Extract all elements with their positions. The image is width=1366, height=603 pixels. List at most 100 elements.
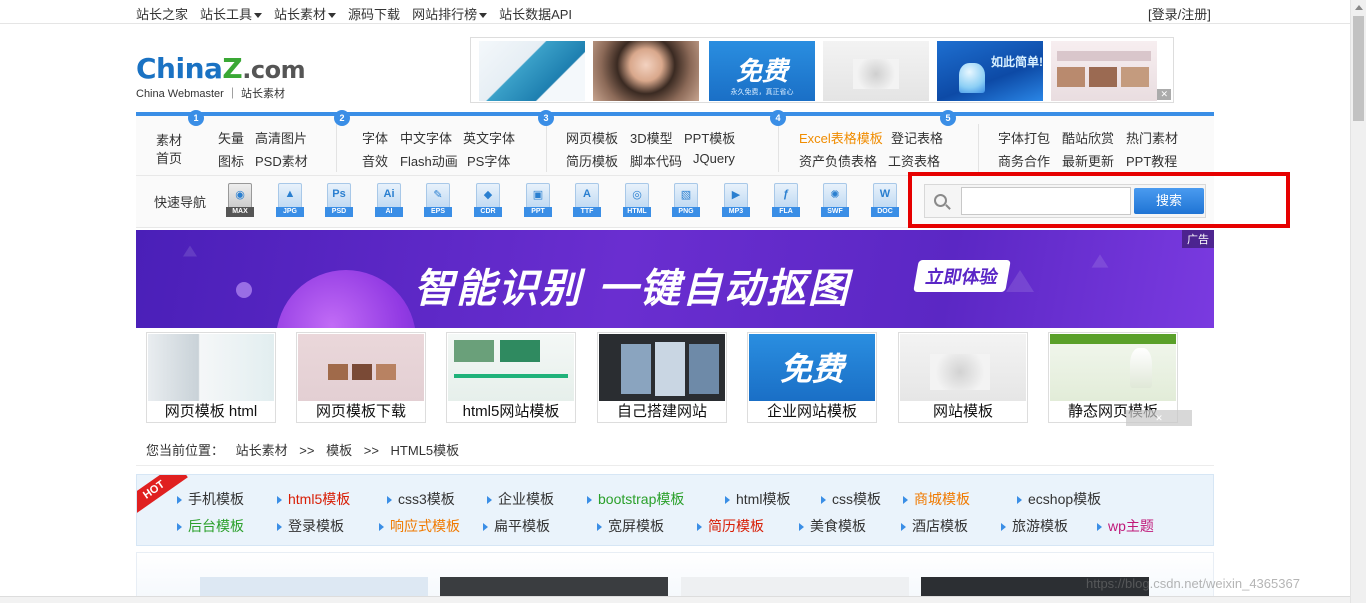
catmenu-link[interactable]: 网页模板 [566, 128, 618, 147]
top-nav-item-tools[interactable]: 站长工具 [200, 4, 263, 23]
catmenu-link[interactable]: 字体打包 [998, 128, 1050, 147]
tag-link[interactable]: 后台模板 [177, 516, 244, 536]
login-register-link[interactable]: [登录/注册] [1148, 4, 1211, 23]
file-type-png-icon[interactable]: ▧ PNG [672, 183, 700, 217]
tag-link[interactable]: 简历模板 [697, 516, 764, 536]
catmenu-link-excel[interactable]: Excel表格模板 [799, 128, 883, 147]
catmenu-link[interactable]: 最新更新 [1062, 151, 1114, 170]
catmenu-link[interactable]: 酷站欣赏 [1062, 128, 1114, 147]
catmenu-home-link[interactable]: 素材 [156, 130, 182, 149]
file-type-jpg-icon[interactable]: ▲ JPG [276, 183, 304, 217]
catmenu-link[interactable]: 图标 [218, 151, 244, 170]
divider [336, 124, 337, 172]
site-logo[interactable]: ChinaZ.com China Webmaster ｜ 站长素材 [136, 54, 306, 101]
template-caption: 网页模板下载 [315, 403, 406, 420]
tag-link[interactable]: html模板 [725, 489, 790, 509]
catmenu-link[interactable]: PS字体 [467, 151, 510, 170]
ad-thumb[interactable] [479, 41, 585, 101]
template-image [448, 334, 574, 401]
top-nav-item-home[interactable]: 站长之家 [136, 4, 188, 23]
banner-cta-button[interactable]: 立即体验 [913, 260, 1011, 292]
breadcrumb-link[interactable]: 模板 [326, 443, 352, 458]
tag-link[interactable]: 手机模板 [177, 489, 244, 509]
template-card[interactable]: 网页模板 html [146, 332, 276, 423]
template-card[interactable]: 免费 企业网站模板 [747, 332, 877, 423]
template-card[interactable]: html5网站模板 [446, 332, 576, 423]
catmenu-link[interactable]: 资产负债表格 [799, 151, 877, 170]
template-card[interactable]: 网页模板下载 [296, 332, 426, 423]
scroll-up-arrow-icon[interactable] [1355, 5, 1363, 10]
tag-link[interactable]: css模板 [821, 489, 881, 509]
tag-link[interactable]: 扁平模板 [483, 516, 550, 536]
tag-link[interactable]: 响应式模板 [379, 516, 460, 536]
catmenu-link[interactable]: 音效 [362, 151, 388, 170]
scrollbar-thumb[interactable] [1353, 16, 1364, 121]
watermark-text: https://blog.csdn.net/weixin_4365367 [1086, 576, 1300, 591]
file-type-ai-icon[interactable]: Ai AI [375, 183, 403, 217]
file-type-doc-icon[interactable]: W DOC [871, 183, 899, 217]
ad-thumb[interactable] [823, 41, 929, 101]
ad-close-button[interactable]: ✕ [1126, 410, 1192, 426]
vertical-scrollbar[interactable] [1350, 0, 1366, 603]
template-card[interactable]: 自己搭建网站 [597, 332, 727, 423]
file-type-fla-icon[interactable]: ƒ FLA [772, 183, 800, 217]
catmenu-link[interactable]: 高清图片 [255, 128, 307, 147]
tag-link[interactable]: 登录模板 [277, 516, 344, 536]
catmenu-link[interactable]: 英文字体 [463, 128, 515, 147]
top-nav-item-rank[interactable]: 网站排行榜 [412, 4, 488, 23]
group-number-badge: 3 [538, 110, 554, 126]
tag-link[interactable]: html5模板 [277, 489, 350, 509]
top-nav-item-source[interactable]: 源码下载 [348, 4, 400, 23]
template-tag-panel: HOT 手机模板 html5模板 css3模板 企业模板 bootstrap模板 html… [136, 474, 1214, 546]
catmenu-link[interactable]: JQuery [693, 151, 735, 166]
file-type-swf-icon[interactable]: ✺ SWF [821, 183, 849, 217]
tag-link[interactable]: 宽屏模板 [597, 516, 664, 536]
catmenu-link[interactable]: PSD素材 [255, 151, 308, 170]
template-card[interactable]: 网站模板 [898, 332, 1028, 423]
catmenu-home-link[interactable]: 首页 [156, 148, 182, 167]
header-ad-strip[interactable]: 免费 永久免费，真正省心 如此简单! ✕ [470, 37, 1174, 103]
file-type-html-icon[interactable]: ◎ HTML [623, 183, 651, 217]
catmenu-link[interactable]: Flash动画 [400, 151, 458, 170]
promo-banner[interactable]: 智能识别 一键自动抠图 立即体验 广告 [136, 230, 1214, 328]
tag-link[interactable]: 美食模板 [799, 516, 866, 536]
top-nav-item-api[interactable]: 站长数据API [499, 4, 572, 23]
ad-thumb[interactable] [1051, 41, 1157, 101]
catmenu-link[interactable]: 字体 [362, 128, 388, 147]
breadcrumb-link[interactable]: 站长素材 [236, 443, 288, 458]
tag-link[interactable]: 企业模板 [487, 489, 554, 509]
catmenu-link[interactable]: 商务合作 [998, 151, 1050, 170]
file-type-eps-icon[interactable]: ✎ EPS [424, 183, 452, 217]
ad-close-button[interactable]: ✕ [1157, 89, 1171, 100]
catmenu-link[interactable]: 矢量 [218, 128, 244, 147]
ad-thumb[interactable]: 如此简单! [937, 41, 1043, 101]
ad-thumb[interactable]: 免费 永久免费，真正省心 [709, 41, 815, 101]
tag-link[interactable]: 商城模板 [903, 489, 970, 509]
tag-link[interactable]: css3模板 [387, 489, 455, 509]
ad-thumb[interactable] [593, 41, 699, 101]
tag-link[interactable]: wp主题 [1097, 516, 1154, 536]
file-glyph: ✺ [830, 189, 840, 201]
tag-link[interactable]: bootstrap模板 [587, 489, 684, 509]
tag-link[interactable]: 旅游模板 [1001, 516, 1068, 536]
file-type-ttf-icon[interactable]: A TTF [573, 183, 601, 217]
file-type-mp3-icon[interactable]: ▶ MP3 [722, 183, 750, 217]
catmenu-link[interactable]: PPT教程 [1126, 151, 1177, 170]
catmenu-link[interactable]: 3D模型 [630, 128, 673, 147]
breadcrumb-current[interactable]: HTML5模板 [391, 443, 460, 458]
file-type-psd-icon[interactable]: Ps PSD [325, 183, 353, 217]
catmenu-link[interactable]: 简历模板 [566, 151, 618, 170]
top-nav-item-materials[interactable]: 站长素材 [274, 4, 337, 23]
catmenu-link[interactable]: 脚本代码 [630, 151, 682, 170]
catmenu-link[interactable]: 中文字体 [400, 128, 452, 147]
file-glyph: ✎ [433, 189, 443, 201]
tag-link[interactable]: ecshop模板 [1017, 489, 1101, 509]
tag-link[interactable]: 酒店模板 [901, 516, 968, 536]
file-type-ppt-icon[interactable]: ▣ PPT [524, 183, 552, 217]
catmenu-link[interactable]: 热门素材 [1126, 128, 1178, 147]
catmenu-link[interactable]: 工资表格 [888, 151, 940, 170]
file-type-cdr-icon[interactable]: ◆ CDR [474, 183, 502, 217]
catmenu-link[interactable]: PPT模板 [684, 128, 735, 147]
catmenu-link[interactable]: 登记表格 [891, 128, 943, 147]
file-type-max-icon[interactable]: ◉ MAX [226, 183, 254, 217]
